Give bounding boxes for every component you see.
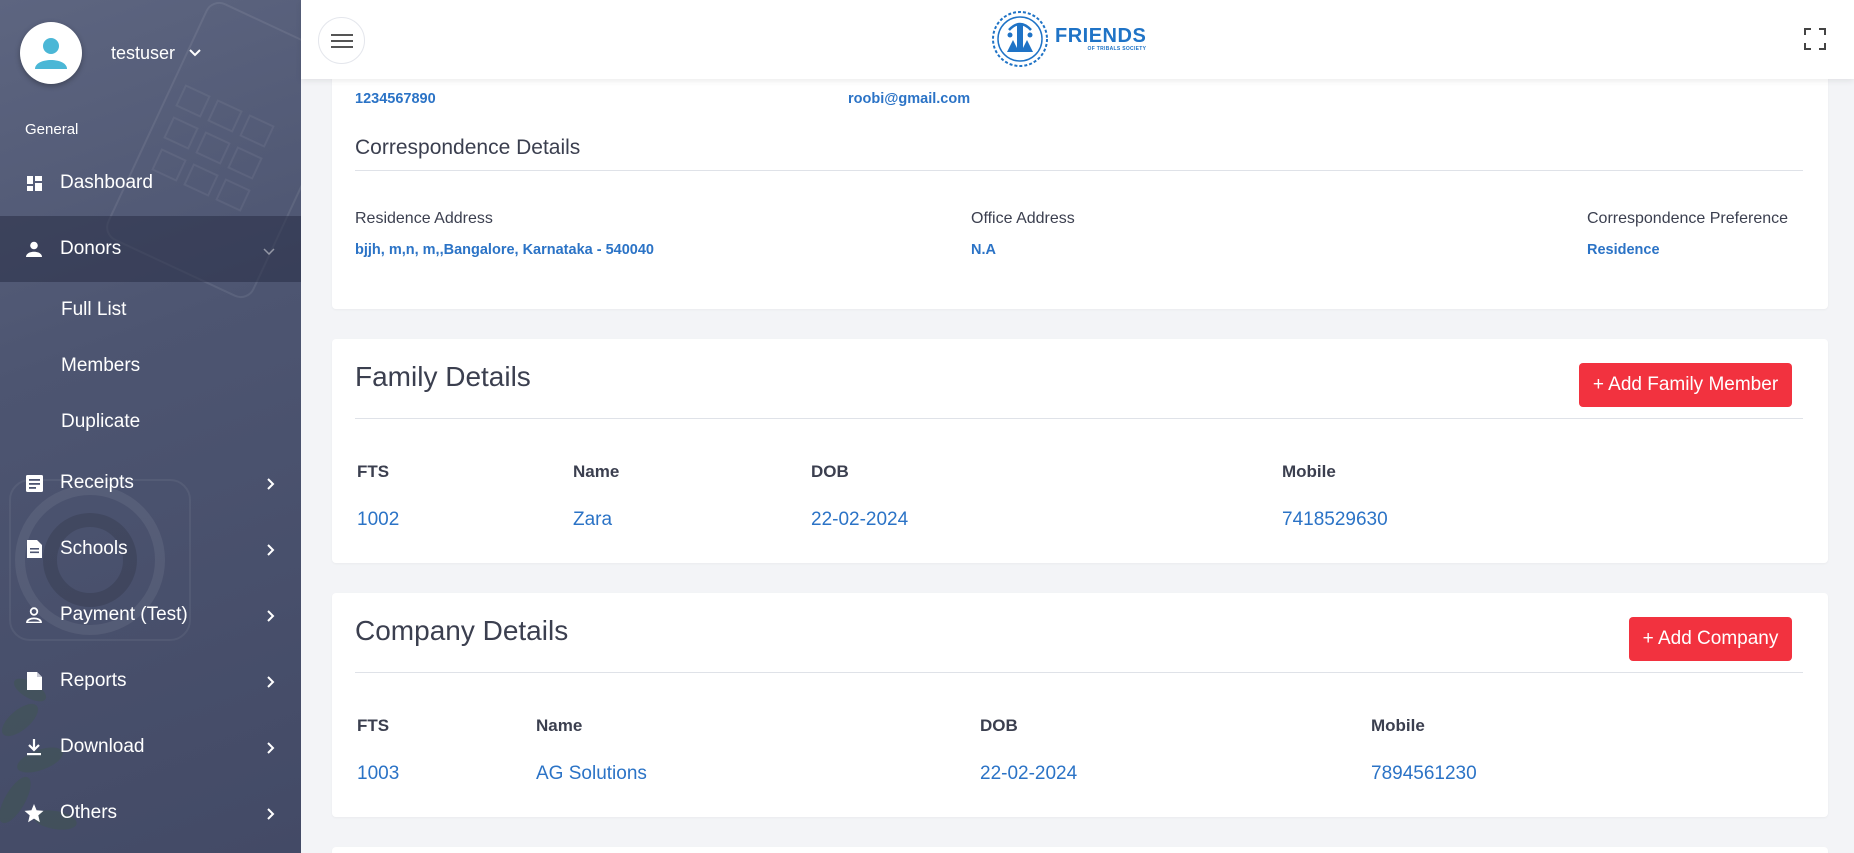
document-icon bbox=[24, 539, 44, 559]
column-header-dob: DOB bbox=[811, 462, 849, 481]
friends-of-tribals-emblem-icon bbox=[992, 11, 1048, 67]
divider bbox=[355, 170, 1803, 171]
family-details-card: Family Details + Add Family Member FTS N… bbox=[332, 339, 1828, 563]
sidebar-item-label: Payment (Test) bbox=[60, 604, 188, 625]
sidebar-subitem-members[interactable]: Members bbox=[0, 338, 301, 394]
sidebar-item-label: Download bbox=[60, 736, 145, 757]
column-header-fts: FTS bbox=[357, 716, 390, 735]
residence-address-label: Residence Address bbox=[355, 210, 493, 227]
sidebar-item-label: Receipts bbox=[60, 472, 134, 493]
sidebar-nav: Dashboard Donors Full List Members Dupli… bbox=[0, 150, 301, 846]
add-company-button[interactable]: + Add Company bbox=[1629, 617, 1792, 661]
column-header-dob: DOB bbox=[980, 716, 1018, 735]
sidebar-item-label: Reports bbox=[60, 670, 127, 691]
chevron-down-icon bbox=[263, 240, 275, 262]
correspondence-heading: Correspondence Details bbox=[355, 136, 581, 159]
sidebar-subitem-full-list[interactable]: Full List bbox=[0, 282, 301, 338]
correspondence-card: 1234567890 roobi@gmail.com Correspondenc… bbox=[332, 60, 1828, 309]
office-address-label: Office Address bbox=[971, 210, 1075, 227]
sidebar-item-others[interactable]: Others bbox=[0, 780, 301, 846]
username: testuser bbox=[111, 42, 176, 63]
download-icon bbox=[24, 737, 44, 757]
company-details-card: Company Details + Add Company FTS Name D… bbox=[332, 593, 1828, 817]
star-icon bbox=[24, 803, 44, 823]
menu-toggle-button[interactable] bbox=[318, 17, 365, 64]
chevron-down-icon[interactable] bbox=[189, 44, 201, 62]
avatar bbox=[20, 22, 82, 84]
person-outline-icon bbox=[24, 605, 44, 625]
family-mobile-cell[interactable]: 7418529630 bbox=[1282, 509, 1388, 531]
person-icon bbox=[24, 239, 44, 259]
residence-address-value: bjjh, m,n, m,,Bangalore, Karnataka - 540… bbox=[355, 242, 654, 258]
company-fts-cell[interactable]: 1003 bbox=[357, 763, 399, 785]
chevron-right-icon bbox=[267, 606, 275, 628]
correspondence-preference-value: Residence bbox=[1587, 242, 1660, 258]
column-header-fts: FTS bbox=[357, 462, 390, 481]
hamburger-menu-icon bbox=[330, 33, 353, 48]
mobile-value: 1234567890 bbox=[355, 91, 436, 107]
family-fts-cell[interactable]: 1002 bbox=[357, 509, 399, 531]
sidebar-item-label: Schools bbox=[60, 538, 128, 559]
sidebar-subitem-duplicate[interactable]: Duplicate bbox=[0, 394, 301, 450]
chevron-right-icon bbox=[267, 804, 275, 826]
file-icon bbox=[24, 671, 44, 691]
dashboard-icon bbox=[24, 173, 44, 193]
fullscreen-button[interactable] bbox=[1804, 28, 1826, 55]
column-header-name: Name bbox=[573, 462, 620, 481]
family-name-cell[interactable]: Zara bbox=[573, 509, 612, 531]
email-value: roobi@gmail.com bbox=[848, 91, 971, 107]
chevron-right-icon bbox=[267, 738, 275, 760]
family-details-title: Family Details bbox=[355, 361, 531, 392]
next-card bbox=[332, 847, 1828, 853]
column-header-mobile: Mobile bbox=[1371, 716, 1425, 735]
correspondence-preference-label: Correspondence Preference bbox=[1587, 210, 1789, 227]
sidebar-item-donors[interactable]: Donors bbox=[0, 216, 301, 282]
divider bbox=[355, 672, 1803, 673]
user-avatar-icon bbox=[35, 38, 67, 69]
logo-title: FRIENDS bbox=[1055, 25, 1147, 47]
sidebar-item-label: Donors bbox=[60, 238, 122, 259]
fullscreen-icon bbox=[1804, 28, 1826, 50]
sidebar-item-reports[interactable]: Reports bbox=[0, 648, 301, 714]
sidebar-item-label: Dashboard bbox=[60, 172, 153, 193]
sidebar-item-receipts[interactable]: Receipts bbox=[0, 450, 301, 516]
receipt-icon bbox=[24, 473, 44, 493]
add-family-member-button[interactable]: + Add Family Member bbox=[1579, 363, 1792, 407]
topbar: FRIENDS OF TRIBALS SOCIETY bbox=[301, 0, 1854, 79]
sidebar-item-schools[interactable]: Schools bbox=[0, 516, 301, 582]
sidebar-item-download[interactable]: Download bbox=[0, 714, 301, 780]
section-label-general: General bbox=[25, 121, 79, 138]
column-header-mobile: Mobile bbox=[1282, 462, 1336, 481]
divider bbox=[355, 418, 1803, 419]
company-dob-cell[interactable]: 22-02-2024 bbox=[980, 763, 1077, 785]
sidebar: testuser General Dashboard Donors Full L… bbox=[0, 0, 301, 853]
chevron-right-icon bbox=[267, 672, 275, 694]
sidebar-item-label: Others bbox=[60, 802, 118, 823]
chevron-right-icon bbox=[267, 474, 275, 496]
column-header-name: Name bbox=[536, 716, 583, 735]
company-name-cell[interactable]: AG Solutions bbox=[536, 763, 647, 785]
chevron-right-icon bbox=[267, 540, 275, 562]
office-address-value: N.A bbox=[971, 242, 996, 258]
company-details-title: Company Details bbox=[355, 615, 569, 646]
logo[interactable]: FRIENDS OF TRIBALS SOCIETY bbox=[991, 10, 1146, 68]
sidebar-item-dashboard[interactable]: Dashboard bbox=[0, 150, 301, 216]
user-profile[interactable]: testuser bbox=[20, 22, 201, 84]
sidebar-item-payment-test[interactable]: Payment (Test) bbox=[0, 582, 301, 648]
company-mobile-cell[interactable]: 7894561230 bbox=[1371, 763, 1477, 785]
family-dob-cell[interactable]: 22-02-2024 bbox=[811, 509, 908, 531]
